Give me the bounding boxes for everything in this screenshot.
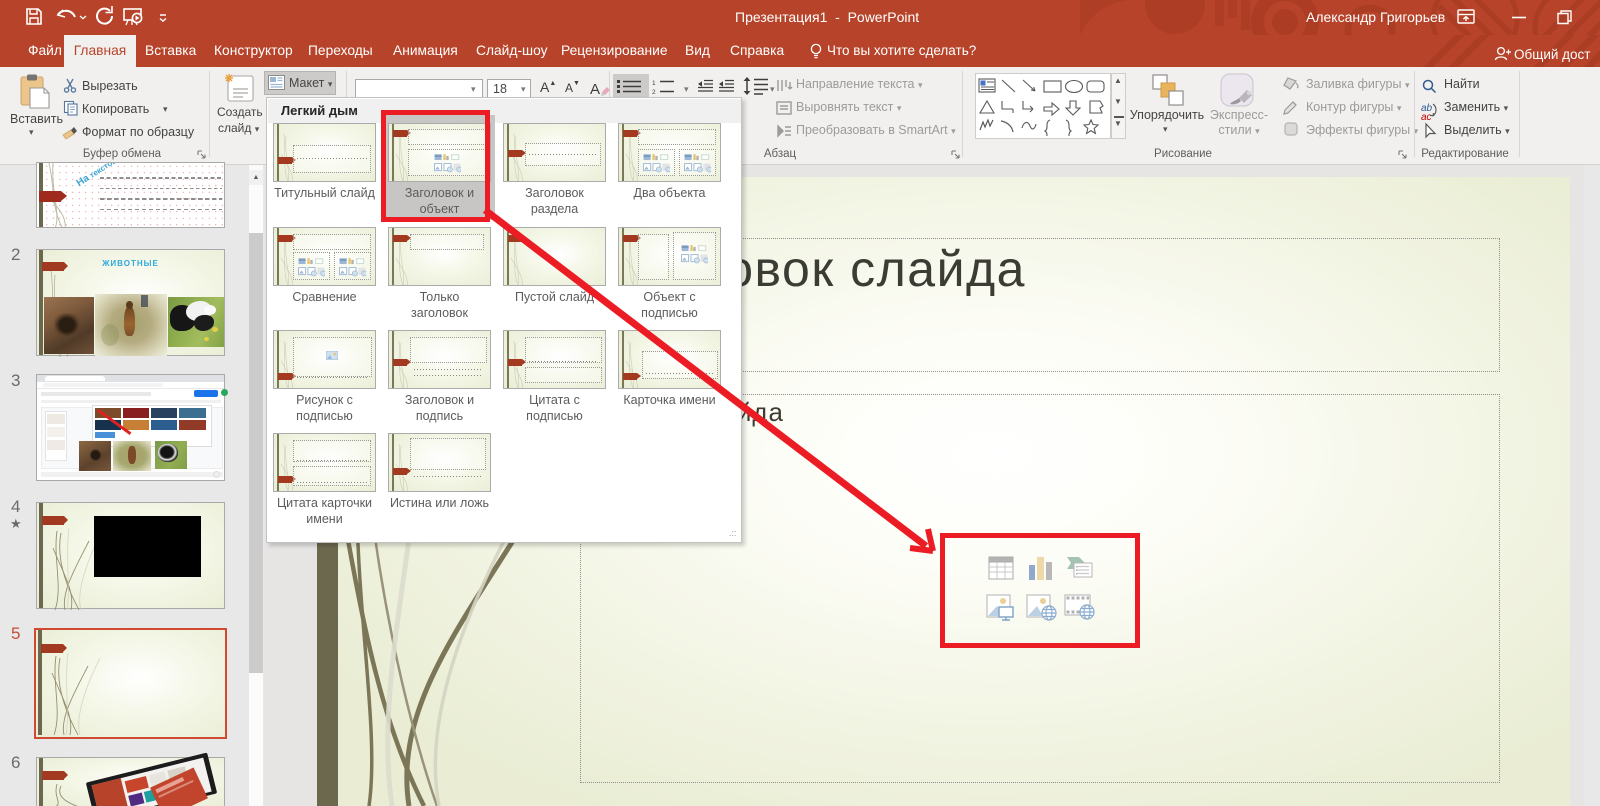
svg-text:А: А (590, 81, 600, 98)
svg-text:1: 1 (652, 80, 656, 87)
svg-text:2: 2 (652, 89, 656, 94)
svg-text:ac: ac (1421, 112, 1432, 123)
